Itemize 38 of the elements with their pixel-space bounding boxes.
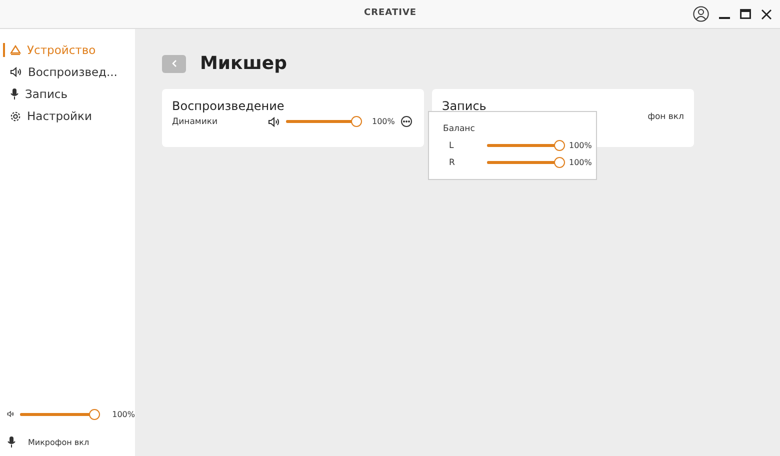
- slider-thumb[interactable]: [351, 116, 362, 127]
- slider[interactable]: [487, 157, 565, 168]
- volume-reading: 100%: [372, 117, 395, 126]
- card-title: Воспроизведение: [172, 99, 286, 113]
- device-label: фон вкл: [648, 112, 684, 122]
- speaker-icon: [7, 409, 14, 419]
- sidebar-item[interactable]: Запись: [0, 83, 135, 105]
- slider[interactable]: [487, 140, 565, 151]
- card-title: Запись: [442, 99, 488, 113]
- more-icon[interactable]: [400, 116, 412, 127]
- speaker-icon: [268, 116, 280, 126]
- app-logo: CREATIVE: [364, 8, 417, 18]
- slider[interactable]: [286, 116, 362, 127]
- maximize-icon[interactable]: [740, 9, 751, 19]
- slider-thumb[interactable]: [554, 140, 565, 151]
- page-title: Микшер: [200, 53, 287, 74]
- user-icon[interactable]: [693, 6, 709, 22]
- volume-reading: 100%: [112, 410, 135, 418]
- chevron-left-icon: [172, 60, 176, 67]
- settings-icon: [10, 110, 21, 122]
- microphone-icon: [10, 88, 19, 100]
- slider-thumb[interactable]: [554, 157, 565, 168]
- channel-reading: 100%: [569, 158, 592, 167]
- channel-reading: 100%: [569, 141, 592, 150]
- device-label: Динамики: [172, 116, 219, 126]
- microphone-status: Микрофон вкл: [28, 438, 90, 446]
- back-button[interactable]: [162, 54, 186, 72]
- close-icon[interactable]: [761, 8, 772, 20]
- sidebar-item[interactable]: Настройки: [0, 105, 135, 127]
- microphone-icon: [7, 436, 16, 448]
- speaker-icon: [10, 67, 22, 77]
- sidebar-item[interactable]: Воспроизвед...: [0, 61, 135, 83]
- slider[interactable]: [20, 408, 100, 420]
- slider-thumb[interactable]: [89, 408, 100, 420]
- channel-label: L: [448, 140, 455, 150]
- triangle-icon: [10, 45, 21, 55]
- channel-label: R: [448, 158, 456, 168]
- popover-title: Баланс: [443, 124, 476, 134]
